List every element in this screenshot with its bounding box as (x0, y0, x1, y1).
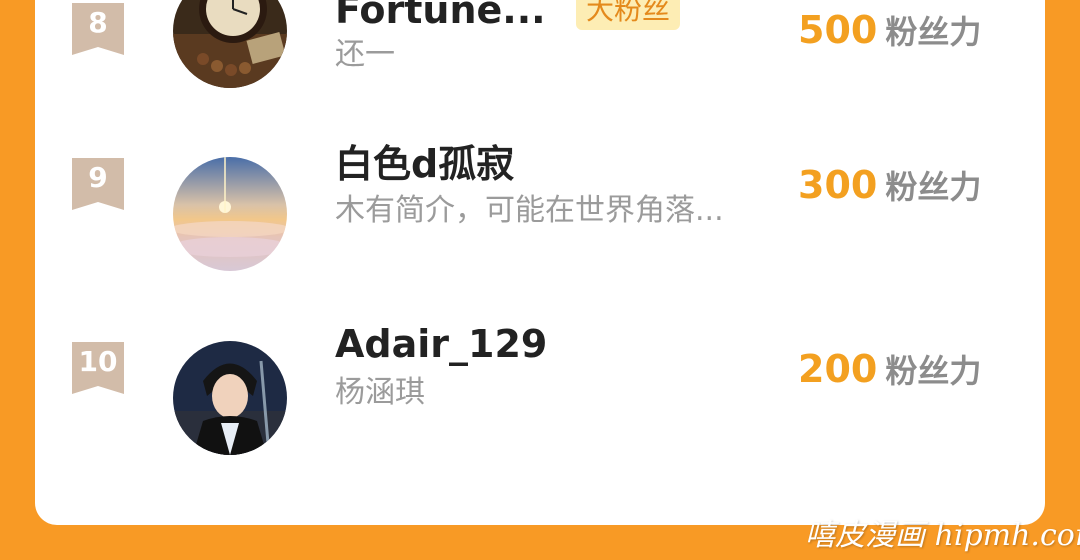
fan-name[interactable]: 白色d孤寂 (335, 142, 514, 186)
fan-power-value: 200 (798, 347, 878, 391)
fan-power-unit: 粉丝力 (885, 352, 982, 390)
fan-bio: 还一 (335, 37, 395, 72)
fan-power: 200 粉丝力 (798, 347, 981, 399)
fan-power-value: 300 (798, 163, 878, 207)
rank-badge: 10 (72, 342, 124, 394)
fan-power: 500 粉丝力 (798, 8, 981, 60)
ranking-row-8[interactable]: 8 Fortune... 大粉丝 还一 500 粉丝力 (35, 0, 1045, 120)
fan-ranking-card: 8 Fortune... 大粉丝 还一 500 粉丝力 9 白色d孤寂 木有简介… (35, 0, 1045, 525)
fan-power-value: 500 (798, 8, 878, 52)
rank-number: 10 (78, 345, 118, 378)
fan-name[interactable]: Fortune... (335, 0, 546, 32)
avatar[interactable] (173, 0, 287, 88)
rank-number: 8 (88, 6, 108, 39)
rank-badge: 8 (72, 3, 124, 55)
fan-power: 300 粉丝力 (798, 163, 981, 215)
fan-power-unit: 粉丝力 (885, 168, 982, 206)
ranking-row-10[interactable]: 10 Adair_129 杨涵琪 200 粉丝力 (35, 322, 1045, 490)
ranking-row-9[interactable]: 9 白色d孤寂 木有简介，可能在世界角落... 300 粉丝力 (35, 142, 1045, 305)
avatar[interactable] (173, 341, 287, 455)
rank-badge: 9 (72, 158, 124, 210)
fan-bio: 木有简介，可能在世界角落... (335, 193, 724, 228)
fan-power-unit: 粉丝力 (885, 13, 982, 51)
fan-bio: 杨涵琪 (335, 375, 425, 410)
avatar[interactable] (173, 157, 287, 271)
site-watermark: 嘻皮漫画 hipmh.com (805, 518, 1080, 553)
sunset-sky-avatar-icon (173, 157, 287, 271)
anime-character-avatar-icon (173, 341, 287, 455)
rank-number: 9 (88, 161, 108, 194)
clock-avatar-icon (173, 0, 287, 88)
fan-name[interactable]: Adair_129 (335, 322, 547, 366)
fan-level-tag: 大粉丝 (576, 0, 681, 30)
